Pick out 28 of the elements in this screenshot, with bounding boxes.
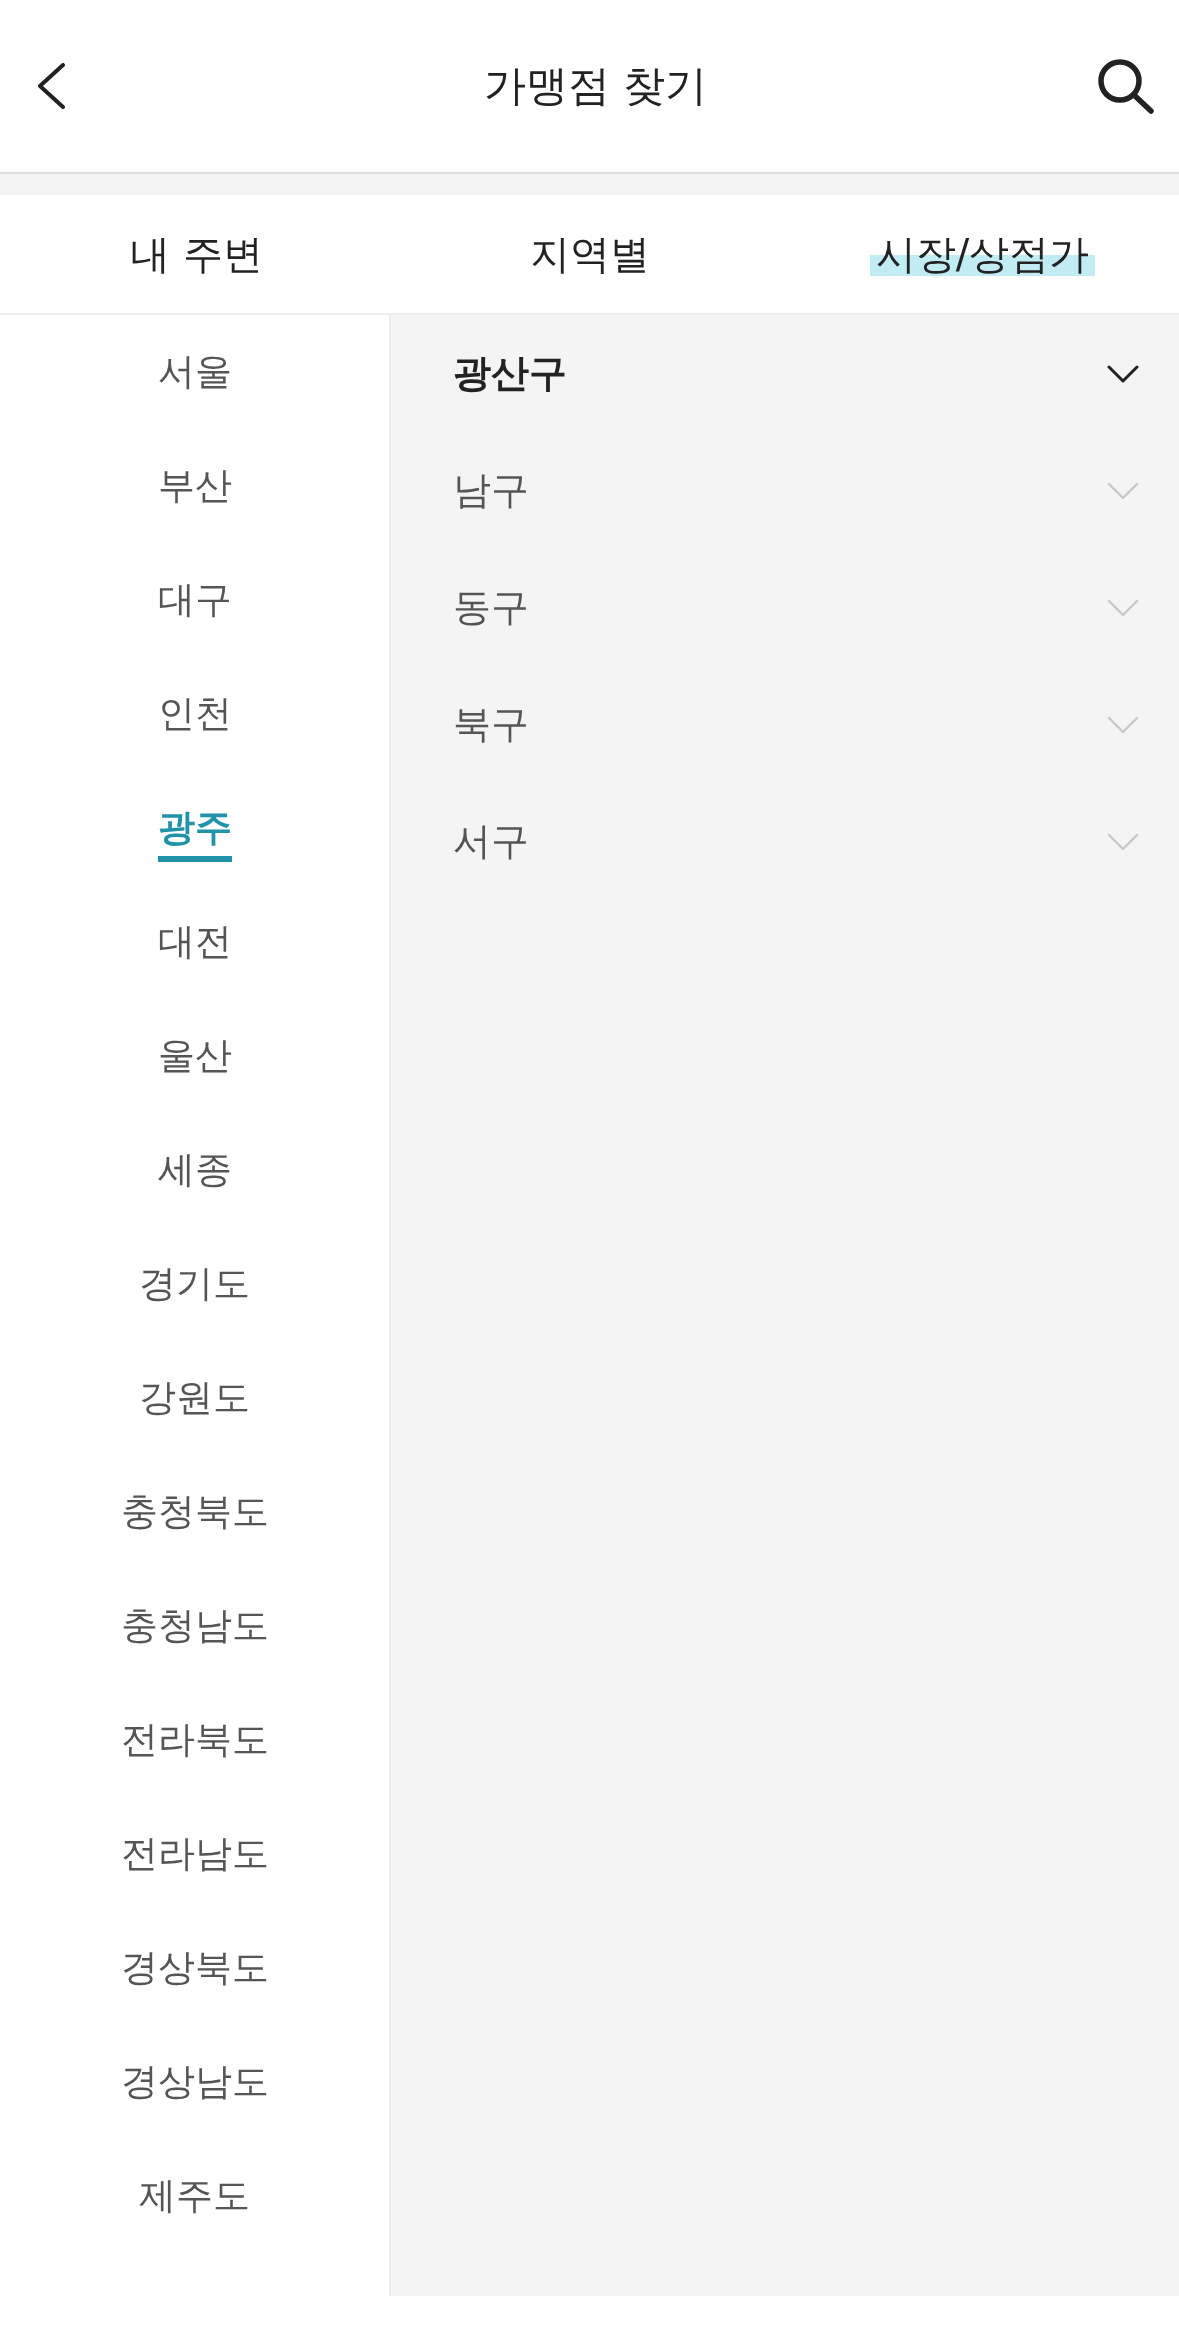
region-item[interactable]: 인천 bbox=[0, 657, 389, 771]
search-icon[interactable] bbox=[1097, 58, 1155, 114]
region-item[interactable]: 세종 bbox=[0, 1113, 389, 1227]
region-item[interactable]: 대구 bbox=[0, 543, 389, 657]
region-item[interactable]: 서울 bbox=[0, 315, 389, 429]
district-item[interactable]: 남구 bbox=[453, 465, 529, 516]
tab[interactable]: 내 주변 bbox=[124, 232, 269, 276]
page-title: 가맹점 찾기 bbox=[483, 60, 708, 112]
district-item[interactable]: 동구 bbox=[453, 582, 529, 633]
region-item[interactable]: 경상북도 bbox=[0, 1911, 389, 2025]
region-item[interactable]: 전라북도 bbox=[0, 1683, 389, 1797]
region-item[interactable]: 경상남도 bbox=[0, 2025, 389, 2139]
region-item[interactable]: 부산 bbox=[0, 429, 389, 543]
region-item[interactable]: 전라남도 bbox=[0, 1797, 389, 1911]
region-item[interactable]: 대전 bbox=[0, 885, 389, 999]
region-item[interactable]: 광주 bbox=[0, 771, 389, 885]
chevron-down-icon[interactable] bbox=[1107, 364, 1139, 383]
district-item[interactable]: 광산구 bbox=[453, 348, 567, 399]
district-item[interactable]: 북구 bbox=[453, 699, 529, 750]
region-item[interactable]: 제주도 bbox=[0, 2139, 389, 2253]
region-item[interactable]: 경기도 bbox=[0, 1227, 389, 1341]
region-item[interactable]: 강원도 bbox=[0, 1341, 389, 1455]
region-item[interactable]: 울산 bbox=[0, 999, 389, 1113]
region-item[interactable]: 충청북도 bbox=[0, 1455, 389, 1569]
tab[interactable]: 지역별 bbox=[523, 232, 656, 276]
district-item[interactable]: 서구 bbox=[453, 816, 529, 867]
back-icon[interactable] bbox=[36, 63, 66, 109]
region-item[interactable]: 충청남도 bbox=[0, 1569, 389, 1683]
